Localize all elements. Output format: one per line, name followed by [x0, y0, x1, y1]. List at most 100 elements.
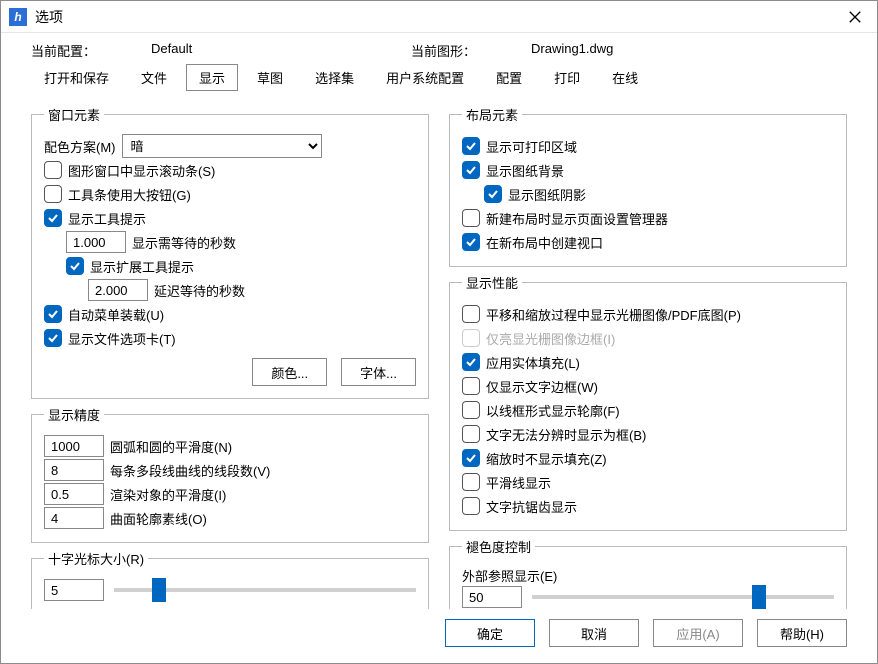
tab-0[interactable]: 打开和保存: [31, 64, 122, 91]
group-performance: 显示性能 平移和缩放过程中显示光栅图像/PDF底图(P) 仅亮显光栅图像边框(I…: [449, 273, 847, 531]
titlebar: h 选项: [1, 1, 877, 33]
label-scrollbar: 图形窗口中显示滚动条(S): [68, 161, 215, 180]
label-no-fill-zoom: 缩放时不显示填充(Z): [486, 449, 607, 468]
label-ext-delay: 延迟等待的秒数: [154, 281, 245, 300]
label-render-smooth: 渲染对象的平滑度(I): [110, 485, 226, 504]
label-xref-fade: 外部参照显示(E): [462, 566, 834, 585]
label-arc-smooth: 圆弧和圆的平滑度(N): [110, 437, 232, 456]
input-surface[interactable]: [44, 507, 104, 529]
apply-button[interactable]: 应用(A): [653, 619, 743, 647]
tab-6[interactable]: 配置: [483, 64, 535, 91]
current-config-label: 当前配置：: [31, 41, 151, 60]
legend-crosshair: 十字光标大小(R): [44, 549, 148, 568]
help-button[interactable]: 帮助(H): [757, 619, 847, 647]
checkbox-ext-tooltips[interactable]: [66, 257, 84, 275]
color-scheme-label: 配色方案(M): [44, 137, 116, 156]
checkbox-viewport[interactable]: [462, 233, 480, 251]
tab-1[interactable]: 文件: [128, 64, 180, 91]
checkbox-big-buttons[interactable]: [44, 185, 62, 203]
info-row: 当前配置： Default 当前图形： Drawing1.dwg: [1, 33, 877, 64]
label-raster-frame: 仅亮显光栅图像边框(I): [486, 329, 615, 348]
checkbox-anti-alias[interactable]: [462, 497, 480, 515]
checkbox-tooltips[interactable]: [44, 209, 62, 227]
ok-button[interactable]: 确定: [445, 619, 535, 647]
label-file-tabs: 显示文件选项卡(T): [68, 329, 176, 348]
checkbox-wireframe[interactable]: [462, 401, 480, 419]
legend-window-elements: 窗口元素: [44, 105, 104, 124]
checkbox-text-box[interactable]: [462, 425, 480, 443]
label-big-buttons: 工具条使用大按钮(G): [68, 185, 191, 204]
label-ext-tooltips: 显示扩展工具提示: [90, 257, 194, 276]
group-layout: 布局元素 显示可打印区域 显示图纸背景 显示图纸阴影 新建布局时显示页面设置管理…: [449, 105, 847, 267]
label-anti-alias: 文字抗锯齿显示: [486, 497, 577, 516]
tab-bar: 打开和保存文件显示草图选择集用户系统配置配置打印在线: [1, 64, 877, 95]
tab-4[interactable]: 选择集: [302, 64, 367, 91]
tab-2[interactable]: 显示: [186, 64, 238, 91]
checkbox-solid-fill[interactable]: [462, 353, 480, 371]
current-drawing-value: Drawing1.dwg: [531, 41, 791, 60]
slider-xref-fade[interactable]: [532, 595, 834, 599]
group-crosshair: 十字光标大小(R): [31, 549, 429, 609]
label-auto-menu: 自动菜单装载(U): [68, 305, 164, 324]
checkbox-no-fill-zoom[interactable]: [462, 449, 480, 467]
tab-7[interactable]: 打印: [541, 64, 593, 91]
checkbox-pan-zoom[interactable]: [462, 305, 480, 323]
legend-precision: 显示精度: [44, 405, 104, 424]
label-wireframe: 以线框形式显示轮廓(F): [486, 401, 620, 420]
checkbox-file-tabs[interactable]: [44, 329, 62, 347]
checkbox-raster-frame: [462, 329, 480, 347]
color-button[interactable]: 颜色...: [252, 358, 327, 386]
checkbox-paper-shadow[interactable]: [484, 185, 502, 203]
checkbox-printable[interactable]: [462, 137, 480, 155]
input-segments[interactable]: [44, 459, 104, 481]
label-paper-shadow: 显示图纸阴影: [508, 185, 586, 204]
input-ext-delay[interactable]: [88, 279, 148, 301]
label-solid-fill: 应用实体填充(L): [486, 353, 580, 372]
checkbox-smooth-line[interactable]: [462, 473, 480, 491]
tab-5[interactable]: 用户系统配置: [373, 64, 477, 91]
checkbox-scrollbar[interactable]: [44, 161, 62, 179]
cancel-button[interactable]: 取消: [549, 619, 639, 647]
footer: 确定 取消 应用(A) 帮助(H): [1, 609, 877, 663]
input-xref-fade[interactable]: [462, 586, 522, 608]
checkbox-paper-bg[interactable]: [462, 161, 480, 179]
input-render-smooth[interactable]: [44, 483, 104, 505]
checkbox-page-setup[interactable]: [462, 209, 480, 227]
slider-crosshair[interactable]: [114, 588, 416, 592]
group-precision: 显示精度 圆弧和圆的平滑度(N) 每条多段线曲线的线段数(V) 渲染对象的平滑度…: [31, 405, 429, 543]
slider-thumb[interactable]: [152, 578, 166, 602]
current-config-value: Default: [151, 41, 411, 60]
options-dialog: h 选项 当前配置： Default 当前图形： Drawing1.dwg 打开…: [0, 0, 878, 664]
tab-3[interactable]: 草图: [244, 64, 296, 91]
input-crosshair-size[interactable]: [44, 579, 104, 601]
legend-performance: 显示性能: [462, 273, 522, 292]
label-segments: 每条多段线曲线的线段数(V): [110, 461, 270, 480]
label-text-box: 文字无法分辨时显示为框(B): [486, 425, 646, 444]
label-pan-zoom: 平移和缩放过程中显示光栅图像/PDF底图(P): [486, 305, 741, 324]
label-text-frame: 仅显示文字边框(W): [486, 377, 598, 396]
label-printable: 显示可打印区域: [486, 137, 577, 156]
color-scheme-select[interactable]: 暗: [122, 134, 322, 158]
input-tooltip-delay[interactable]: [66, 231, 126, 253]
font-button[interactable]: 字体...: [341, 358, 416, 386]
group-window-elements: 窗口元素 配色方案(M) 暗 图形窗口中显示滚动条(S) 工具条使用大按钮(G)…: [31, 105, 429, 399]
label-page-setup: 新建布局时显示页面设置管理器: [486, 209, 668, 228]
label-paper-bg: 显示图纸背景: [486, 161, 564, 180]
close-icon[interactable]: [841, 3, 869, 31]
label-smooth-line: 平滑线显示: [486, 473, 551, 492]
label-tooltip-delay: 显示需等待的秒数: [132, 233, 236, 252]
checkbox-text-frame[interactable]: [462, 377, 480, 395]
checkbox-auto-menu[interactable]: [44, 305, 62, 323]
input-arc-smooth[interactable]: [44, 435, 104, 457]
window-title: 选项: [35, 7, 841, 27]
app-icon: h: [9, 8, 27, 26]
slider-thumb[interactable]: [752, 585, 766, 609]
group-fade: 褪色度控制 外部参照显示(E) 在位编辑显示(Y): [449, 537, 847, 609]
label-surface: 曲面轮廓素线(O): [110, 509, 207, 528]
legend-fade: 褪色度控制: [462, 537, 535, 556]
tab-8[interactable]: 在线: [599, 64, 651, 91]
legend-layout: 布局元素: [462, 105, 522, 124]
label-viewport: 在新布局中创建视口: [486, 233, 603, 252]
label-tooltips: 显示工具提示: [68, 209, 146, 228]
current-drawing-label: 当前图形：: [411, 41, 531, 60]
